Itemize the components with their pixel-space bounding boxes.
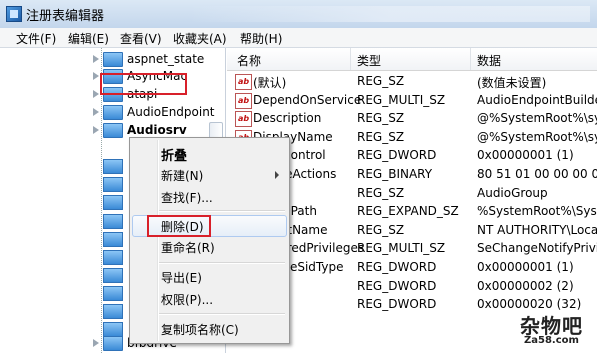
string-value-icon: ab [235,92,252,109]
menu-help[interactable]: 帮助(H) [240,30,282,47]
folder-icon [103,232,123,247]
context-menu: 折叠 新建(N) 查找(F)... 删除(D) 重命名(R) 导出(E) 权限(… [129,137,290,344]
expand-icon[interactable] [93,72,99,80]
value-type: REG_SZ [357,129,405,144]
value-data: SeChangeNotifyPrivileg [477,241,597,256]
folder-icon [103,159,123,174]
folder-icon [103,195,123,210]
expand-icon[interactable] [93,339,99,347]
value-data: %SystemRoot%\System [477,204,597,219]
value-type: REG_MULTI_SZ [357,241,446,256]
menu-edit[interactable]: 编辑(E) [68,30,109,47]
folder-icon [103,286,123,301]
menu-item-new[interactable]: 新建(N) [161,167,203,184]
expand-icon[interactable] [93,55,99,63]
column-type[interactable]: 类型 [357,52,381,69]
regedit-app-icon [6,6,22,22]
tree-item-label: Audiosrv [127,123,187,137]
value-type: REG_DWORD [357,260,437,274]
menu-item-export[interactable]: 导出(E) [161,269,202,286]
menu-file[interactable]: 文件(F) [16,30,56,47]
value-data: @%SystemRoot%\syst [477,129,597,144]
string-value-icon: ab [235,74,252,90]
delete-highlight-box [147,215,211,237]
list-row[interactable]: ab DependOnService REG_MULTI_SZ AudioEndpoi… [227,91,597,110]
menu-separator [159,313,285,315]
value-name: (默认) [253,76,287,90]
value-type: REG_SZ [357,222,405,237]
value-name: DependOnService [253,92,362,107]
folder-icon [103,336,123,351]
window-title: 注册表编辑器 [26,9,105,24]
value-data: AudioEndpointBuilder [477,92,597,107]
menu-view[interactable]: 查看(V) [120,30,162,47]
menu-separator [159,262,285,264]
audiosrv-highlight-box [100,73,187,95]
folder-icon [103,105,123,120]
column-name[interactable]: 名称 [237,52,261,69]
value-type: REG_DWORD [357,148,437,163]
menu-item-permissions[interactable]: 权限(P)... [161,291,213,308]
folder-icon [103,214,123,229]
title-bar: 注册表编辑器 [0,0,597,29]
column-divider[interactable] [470,48,471,70]
expand-icon[interactable] [93,90,99,98]
value-data: AudioGroup [477,185,548,200]
folder-icon [103,304,123,319]
menu-item-find[interactable]: 查找(F)... [161,189,213,206]
list-row[interactable]: ab (默认) REG_SZ (数值未设置) [227,72,597,91]
folder-icon [103,52,123,67]
value-data: 0x00000002 (2) [477,278,574,293]
value-name: Description [253,111,322,126]
title-blur [190,6,590,22]
menu-item-copy-key-name[interactable]: 复制项名称(C) [161,321,239,338]
value-type: REG_MULTI_SZ [357,92,446,107]
tree-item-label: aspnet_state [127,52,205,66]
expand-icon[interactable] [93,126,99,134]
value-data: 0x00000001 (1) [477,148,574,163]
value-type: REG_BINARY [357,167,433,181]
menu-item-collapse[interactable]: 折叠 [161,145,187,164]
column-data[interactable]: 数据 [477,52,501,69]
menu-bar: 文件(F) 编辑(E) 查看(V) 收藏夹(A) 帮助(H) [0,28,597,48]
site-watermark: 杂物吧 Za58.com [520,310,592,350]
tree-item-label: AudioEndpoint [127,105,215,119]
menu-gutter [157,140,159,341]
value-type: REG_DWORD [357,297,437,312]
value-data: (数值未设置) [477,76,547,90]
column-divider[interactable] [350,48,351,70]
expand-icon[interactable] [93,108,99,116]
menu-favorites[interactable]: 收藏夹(A) [173,30,227,47]
menu-separator [159,210,285,212]
value-type: REG_EXPAND_SZ [357,204,459,219]
watermark-url: Za58.com [524,335,579,346]
folder-icon [103,250,123,265]
value-data: 0x00000001 (1) [477,260,574,274]
menu-item-rename[interactable]: 重命名(R) [161,239,215,256]
folder-icon [103,123,123,138]
value-type: REG_DWORD [357,278,437,293]
value-data: NT AUTHORITY\LocalS [477,222,597,237]
folder-icon [103,177,123,192]
string-value-icon: ab [235,111,252,128]
value-data: @%SystemRoot%\syst [477,111,597,126]
list-header: 名称 类型 数据 [227,48,597,71]
value-data: 80 51 01 00 00 00 00 00 [477,167,597,181]
value-type: REG_SZ [357,111,405,126]
value-type: REG_SZ [357,74,405,88]
folder-icon [103,322,123,337]
folder-icon [103,268,123,283]
list-row[interactable]: abDescription REG_SZ @%SystemRoot%\syst [227,109,597,128]
value-type: REG_SZ [357,185,405,200]
submenu-arrow-icon [275,171,279,179]
